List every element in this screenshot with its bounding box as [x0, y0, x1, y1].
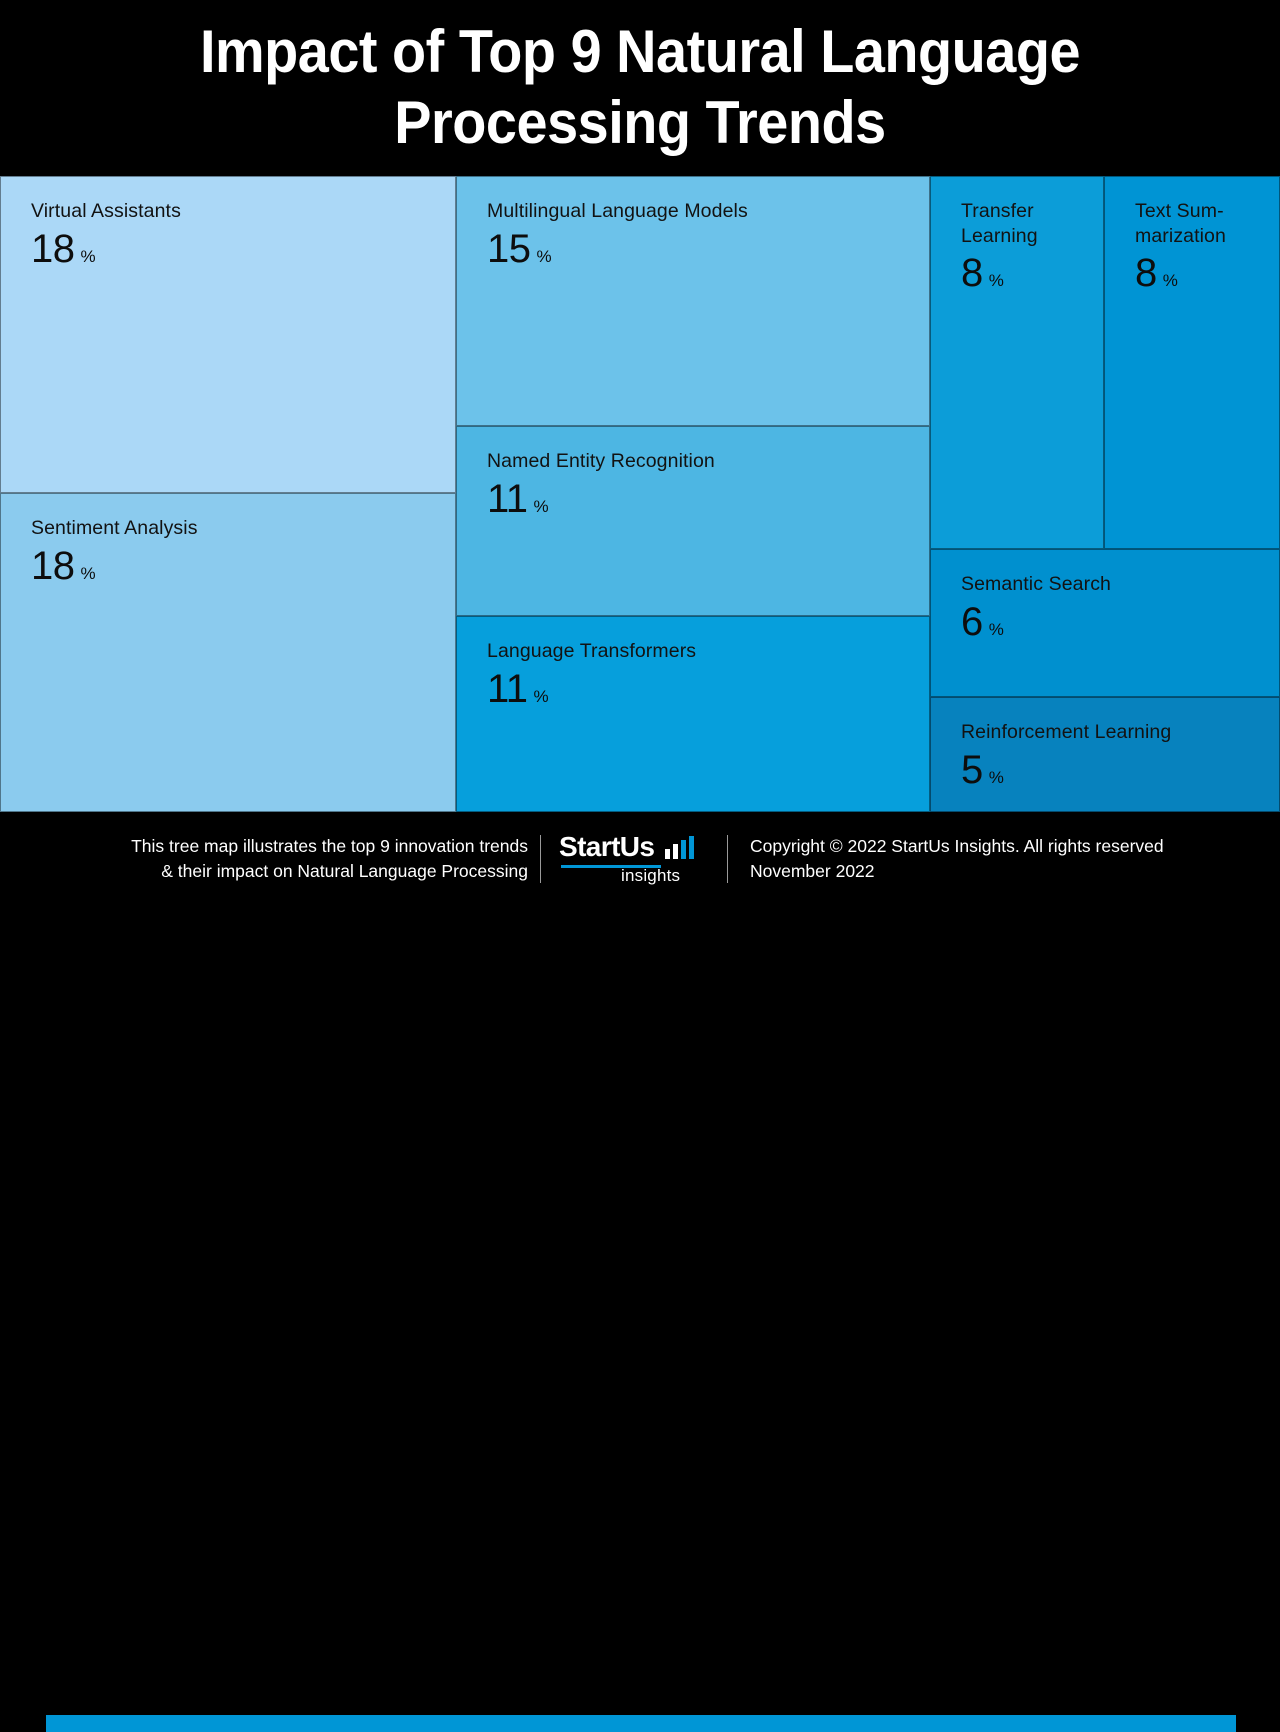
bar-2: [673, 844, 678, 859]
footer: This tree map illustrates the top 9 inno…: [0, 812, 1280, 1732]
cell-label: Reinforcement Learning: [961, 721, 1172, 743]
cell-label: Virtual Assistants: [31, 200, 181, 222]
cell-value: 6 %: [961, 601, 1279, 643]
brand-logo[interactable]: StartUs insights: [541, 833, 727, 885]
cell-content: Reinforcement Learning 5 %: [931, 698, 1279, 791]
treemap-cell-virtual-assistants[interactable]: Virtual Assistants 18 %: [0, 176, 456, 493]
treemap-cell-reinforcement-learning[interactable]: Reinforcement Learning 5 %: [930, 697, 1280, 812]
cell-value: 18 %: [31, 545, 455, 587]
logo-graphic: StartUs insights: [559, 833, 709, 885]
cell-content: Language Transformers 11 %: [457, 617, 929, 710]
cell-content: Text Sum- marization 8 %: [1105, 177, 1279, 294]
cell-label: Sentiment Analysis: [31, 517, 198, 539]
cell-content: Multilingual Language Models 15 %: [457, 177, 929, 270]
cell-value-number: 8: [1135, 251, 1157, 296]
bar-chart-icon: [665, 836, 695, 859]
treemap-cell-semantic-search[interactable]: Semantic Search 6 %: [930, 549, 1280, 697]
cell-value: 8 %: [961, 252, 1103, 294]
footer-caption: This tree map illustrates the top 9 inno…: [131, 836, 528, 881]
cell-value: 5 %: [961, 749, 1279, 791]
cell-label: Multilingual Language Models: [487, 200, 748, 222]
logo-wordmark: StartUs: [559, 831, 655, 862]
cell-label: Named Entity Recognition: [487, 450, 715, 472]
treemap-cell-language-transformers[interactable]: Language Transformers 11 %: [456, 616, 930, 812]
treemap-cell-named-entity-recognition[interactable]: Named Entity Recognition 11 %: [456, 426, 930, 616]
footer-row: This tree map illustrates the top 9 inno…: [0, 828, 1280, 890]
bar-1: [665, 849, 670, 859]
cell-label: Transfer Learning: [961, 200, 1038, 247]
treemap-cell-text-summarization[interactable]: Text Sum- marization 8 %: [1104, 176, 1280, 549]
logo-subtext: insights: [621, 866, 681, 885]
cell-label: Text Sum- marization: [1135, 200, 1226, 247]
bottom-accent-bar: [46, 1715, 1236, 1732]
bar-3: [681, 840, 686, 859]
copyright-text: Copyright © 2022 StartUs Insights. All r…: [750, 836, 1164, 881]
cell-value-unit: %: [988, 271, 1004, 291]
cell-value-number: 11: [487, 666, 528, 711]
cell-content: Virtual Assistants 18 %: [1, 177, 455, 270]
cell-value-unit: %: [988, 619, 1004, 639]
page-title: Impact of Top 9 Natural Language Process…: [199, 18, 1081, 156]
treemap-cell-transfer-learning[interactable]: Transfer Learning 8 %: [930, 176, 1104, 549]
cell-value-number: 18: [31, 226, 75, 271]
cell-value-unit: %: [988, 767, 1004, 787]
cell-label: Semantic Search: [961, 573, 1111, 595]
cell-content: Transfer Learning 8 %: [931, 177, 1103, 294]
cell-value-number: 15: [487, 226, 531, 271]
cell-value-number: 8: [961, 251, 983, 296]
cell-value-number: 18: [31, 543, 75, 588]
cell-value: 8 %: [1135, 252, 1279, 294]
cell-value-unit: %: [80, 563, 96, 583]
cell-value: 11 %: [487, 668, 929, 710]
cell-value-number: 5: [961, 747, 983, 792]
cell-value-unit: %: [80, 246, 96, 266]
cell-value-unit: %: [533, 686, 549, 706]
cell-value: 18 %: [31, 228, 455, 270]
cell-value-unit: %: [536, 246, 552, 266]
cell-value-unit: %: [1162, 271, 1178, 291]
treemap-cell-multilingual-language-models[interactable]: Multilingual Language Models 15 %: [456, 176, 930, 426]
cell-content: Semantic Search 6 %: [931, 550, 1279, 643]
cell-value-unit: %: [533, 496, 549, 516]
cell-content: Sentiment Analysis 18 %: [1, 494, 455, 587]
cell-value-number: 6: [961, 599, 983, 644]
cell-value: 15 %: [487, 228, 929, 270]
cell-content: Named Entity Recognition 11 %: [457, 427, 929, 520]
cell-value-number: 11: [487, 476, 528, 521]
bar-4: [689, 836, 694, 859]
cell-label: Language Transformers: [487, 640, 697, 662]
cell-value: 11 %: [487, 478, 929, 520]
treemap-chart: Virtual Assistants 18 % Sentiment Analys…: [0, 176, 1280, 812]
treemap-cell-sentiment-analysis[interactable]: Sentiment Analysis 18 %: [0, 493, 456, 812]
infographic-page: Impact of Top 9 Natural Language Process…: [0, 0, 1280, 1732]
title-block: Impact of Top 9 Natural Language Process…: [0, 0, 1280, 176]
